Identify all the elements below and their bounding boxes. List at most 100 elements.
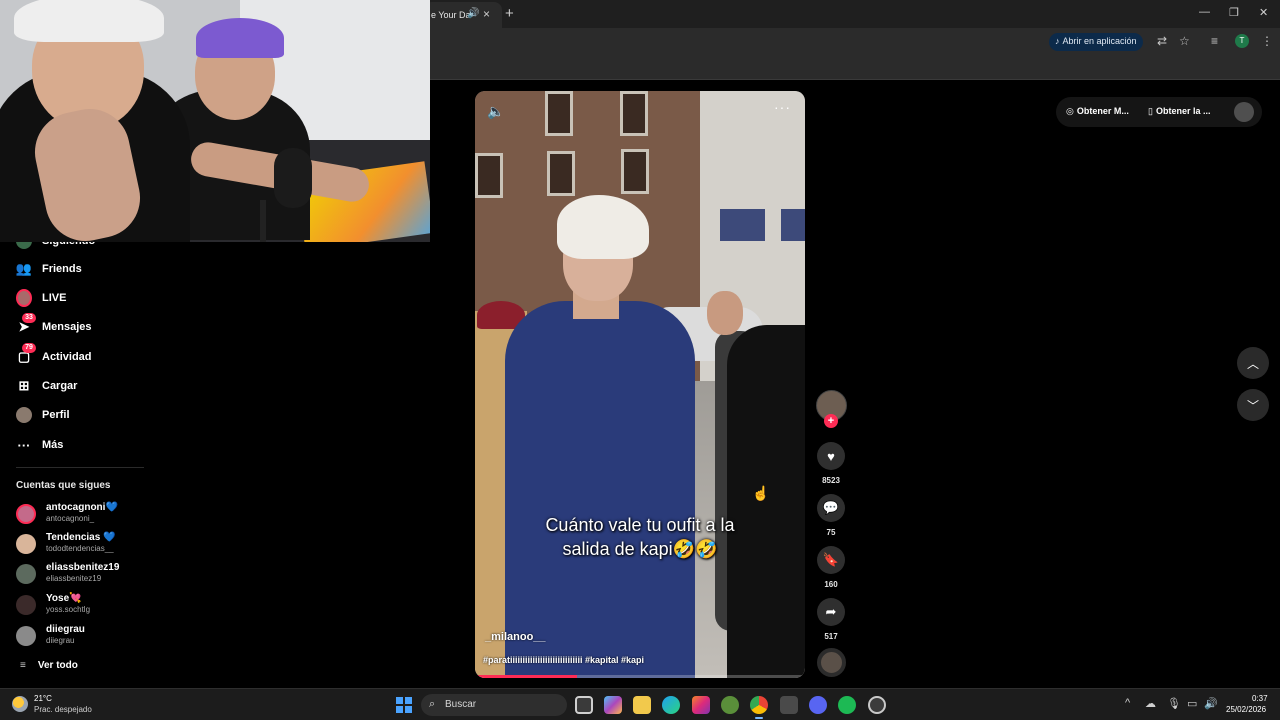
account-username: tododtendencias__: [46, 544, 114, 553]
follow-plus-icon[interactable]: +: [824, 414, 838, 428]
share-icon: ➦: [825, 604, 837, 619]
menu-kebab-icon[interactable]: ⋮: [1261, 34, 1273, 48]
restore-icon[interactable]: ❐: [1229, 6, 1239, 19]
video-author[interactable]: _milanoo__: [485, 631, 546, 643]
top-right-controls: ◎ Obtener M... ▯ Obtener la ...: [1056, 97, 1262, 127]
sidebar-item-upload[interactable]: ⊞ Cargar: [16, 375, 78, 397]
account-name: eliassbenitez19: [46, 562, 120, 573]
account-username: eliassbenitez19: [46, 574, 102, 583]
new-tab-icon[interactable]: +: [505, 5, 514, 22]
address-bar[interactable]: [424, 28, 1154, 55]
comment-button[interactable]: 💬: [817, 494, 845, 522]
previous-video-button[interactable]: ︿: [1237, 347, 1269, 379]
activity-icon: ▢ 79: [16, 343, 36, 365]
account-username: diiegrau: [46, 636, 75, 645]
instagram-icon[interactable]: [692, 696, 710, 714]
sidebar-item-profile[interactable]: Perfil: [16, 404, 70, 426]
chevron-up-icon: ︿: [1246, 356, 1259, 371]
more-options-icon[interactable]: ···: [774, 99, 791, 115]
next-video-button[interactable]: ﹀: [1237, 389, 1269, 421]
profile-avatar-button[interactable]: T: [1235, 34, 1249, 48]
bookmark-icon: 🔖: [822, 552, 840, 567]
open-in-app-button[interactable]: ♪ Abrir en aplicación: [1049, 33, 1143, 51]
network-icon[interactable]: ▭: [1187, 697, 1197, 710]
chrome-icon[interactable]: [750, 696, 768, 714]
share-count: 517: [824, 632, 838, 641]
task-view-icon[interactable]: [575, 696, 593, 714]
share-button[interactable]: ➦: [817, 598, 845, 626]
reading-list-icon[interactable]: ≡: [1211, 34, 1218, 48]
taskbar-search[interactable]: ⌕ Buscar: [421, 694, 567, 716]
windows-start-icon[interactable]: [396, 697, 412, 713]
sidebar-item-label: Mensajes: [42, 321, 92, 333]
sidebar-item-label: Friends: [42, 263, 82, 275]
tab-title: e Your Da: [431, 10, 471, 20]
sidebar-item-friends[interactable]: 👥 Friends: [16, 258, 82, 280]
copilot-icon[interactable]: [604, 696, 622, 714]
caption-line: Cuánto vale tu oufit a la: [545, 515, 735, 535]
see-all-button[interactable]: ≡ Ver todo: [20, 660, 78, 671]
sidebar-item-more[interactable]: ··· Más: [16, 434, 64, 456]
music-disc-icon[interactable]: [817, 648, 846, 677]
edge-icon[interactable]: [662, 696, 680, 714]
account-avatar: [16, 564, 36, 584]
minimize-icon[interactable]: —: [1199, 6, 1210, 18]
search-placeholder: Buscar: [445, 699, 477, 710]
spotify-icon[interactable]: [838, 696, 856, 714]
app-icon[interactable]: [868, 696, 886, 714]
messages-badge: 33: [22, 313, 36, 323]
video-player[interactable]: 🔈 ··· Cuánto vale tu oufit a la salida d…: [475, 91, 805, 678]
friends-icon: 👥: [15, 261, 33, 276]
heart-icon: ♥: [827, 448, 835, 464]
taskbar: 21°C Prac. despejado ⌕ Buscar ^ ☁ 🎙 ▭ 🔊 …: [0, 688, 1280, 720]
account-avatar: [16, 626, 36, 646]
get-coins-button[interactable]: ◎ Obtener M...: [1066, 106, 1129, 117]
file-explorer-icon[interactable]: [633, 696, 651, 714]
microphone-tray-icon[interactable]: 🎙: [1167, 697, 1181, 710]
sidebar-item-live[interactable]: LIVE: [16, 287, 66, 309]
volume-icon[interactable]: 🔊: [1204, 697, 1218, 710]
get-app-button[interactable]: ▯ Obtener la ...: [1148, 106, 1210, 117]
caption-line: salida de kapi🤣🤣: [562, 539, 718, 559]
list-icon: ≡: [20, 660, 26, 671]
sidebar-item-label: LIVE: [42, 292, 67, 304]
tab-close-icon[interactable]: ×: [483, 7, 490, 21]
coin-icon: ◎: [1066, 106, 1074, 116]
sidebar-item-messages[interactable]: ➤ 33 Mensajes: [16, 313, 92, 338]
get-app-label: Obtener la ...: [1155, 106, 1211, 116]
onedrive-icon[interactable]: ☁: [1145, 697, 1156, 710]
activity-badge: 79: [22, 343, 36, 353]
weather-icon[interactable]: [12, 696, 28, 712]
user-avatar[interactable]: [1234, 102, 1254, 122]
clock-time[interactable]: 0:37: [1252, 694, 1268, 703]
account-name: diiegrau: [46, 624, 85, 635]
comment-icon: 💬: [822, 500, 840, 515]
tab-audio-icon[interactable]: 🔊: [467, 8, 479, 19]
get-coins-label: Obtener M...: [1076, 106, 1129, 116]
discord-icon[interactable]: [809, 696, 827, 714]
messages-icon: ➤ 33: [16, 313, 36, 335]
browser-tab[interactable]: e Your Da 🔊 ×: [424, 2, 502, 28]
clock-date[interactable]: 25/02/2026: [1226, 705, 1266, 714]
chevron-down-icon: ﹀: [1246, 398, 1259, 413]
sidebar-item-activity[interactable]: ▢ 79 Actividad: [16, 343, 92, 368]
more-icon: ···: [17, 437, 31, 453]
mute-toggle-icon[interactable]: 🔈: [487, 103, 504, 120]
store-icon[interactable]: [780, 696, 798, 714]
translate-icon[interactable]: ⇄: [1157, 34, 1167, 48]
weather-description: Prac. despejado: [34, 705, 92, 714]
close-window-icon[interactable]: ✕: [1259, 6, 1268, 19]
minecraft-icon[interactable]: [721, 696, 739, 714]
like-button[interactable]: ♥: [817, 442, 845, 470]
account-name: Tendencias 💙: [46, 532, 116, 543]
like-count: 8523: [822, 476, 840, 485]
live-avatar: [16, 289, 32, 307]
account-avatar: [16, 595, 36, 615]
tray-chevron-up-icon[interactable]: ^: [1125, 697, 1130, 709]
upload-icon: ⊞: [18, 378, 30, 393]
profile-avatar: [16, 407, 32, 423]
save-button[interactable]: 🔖: [817, 546, 845, 574]
video-hashtags[interactable]: #paratiiiiiiiiiiiiiiiiiiiiiiiiiiiii #kap…: [483, 655, 644, 665]
account-name: antocagnoni💙: [46, 502, 118, 513]
bookmark-star-icon[interactable]: ☆: [1179, 34, 1190, 48]
